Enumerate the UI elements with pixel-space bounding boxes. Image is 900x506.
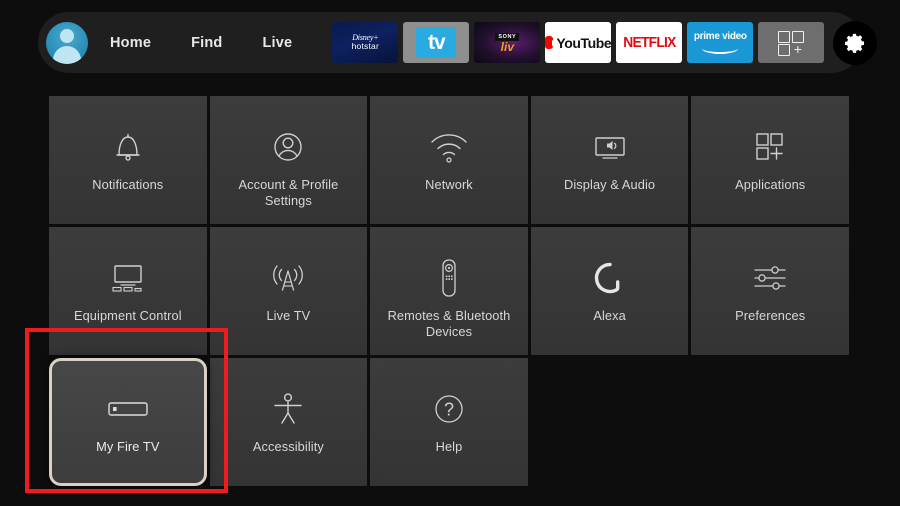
- gear-icon: [845, 33, 865, 53]
- apps-grid-plus-icon: +: [778, 30, 805, 56]
- tile-label: Alexa: [593, 308, 626, 323]
- accessibility-person-icon: [268, 387, 308, 431]
- top-navigation-bar: Home Find Live Disney+ hotstar tv SONY l…: [38, 12, 878, 73]
- tile-label: Remotes & Bluetooth Devices: [387, 308, 511, 339]
- app-shortcuts-row: Disney+ hotstar tv SONY liv YouTube NETF…: [332, 22, 829, 63]
- tile-label: Help: [435, 439, 463, 454]
- tile-label: Preferences: [735, 308, 806, 323]
- app-disney-hotstar[interactable]: Disney+ hotstar: [332, 22, 399, 63]
- nav-links: Home Find Live: [110, 35, 332, 51]
- settings-tile-grid: Notifications Account & Profile Settings…: [49, 96, 849, 486]
- youtube-play-icon: [545, 36, 559, 49]
- tile-label: Live TV: [266, 308, 311, 323]
- tile-my-fire-tv[interactable]: My Fire TV: [49, 358, 207, 486]
- tile-label: Network: [425, 177, 473, 192]
- app-apple-tv[interactable]: tv: [403, 22, 470, 63]
- tile-accessibility[interactable]: Accessibility: [209, 358, 368, 486]
- question-mark-circle-icon: ?: [429, 387, 469, 431]
- tile-label: My Fire TV: [96, 439, 160, 454]
- tile-label: Notifications: [92, 177, 164, 192]
- tile-label: Display & Audio: [564, 177, 656, 192]
- liv-wordmark: liv: [500, 39, 514, 54]
- tile-network[interactable]: Network: [370, 96, 528, 224]
- apps-grid-icon: [750, 125, 790, 169]
- app-netflix[interactable]: NETFLIX: [616, 22, 683, 63]
- app-prime-video[interactable]: prime video: [687, 22, 754, 63]
- nav-find[interactable]: Find: [191, 35, 222, 51]
- nav-live[interactable]: Live: [263, 35, 293, 51]
- avatar-head: [60, 28, 74, 43]
- tile-label: Account & Profile Settings: [238, 177, 339, 208]
- tile-notifications[interactable]: Notifications: [49, 96, 207, 224]
- alexa-ring-icon: [590, 256, 630, 300]
- tile-help[interactable]: ? Help: [370, 358, 528, 486]
- person-circle-icon: [268, 125, 308, 169]
- prime-video-wordmark: prime video: [693, 30, 747, 42]
- app-youtube[interactable]: YouTube: [545, 22, 612, 63]
- tile-display-audio[interactable]: Display & Audio: [530, 96, 689, 224]
- youtube-wordmark: YouTube: [556, 34, 612, 51]
- amazon-smile-icon: [702, 43, 739, 54]
- tile-label: Equipment Control: [73, 308, 182, 323]
- svg-text:?: ?: [444, 400, 454, 420]
- sliders-icon: [748, 256, 792, 300]
- apple-tv-wordmark: tv: [416, 27, 457, 58]
- hotstar-wordmark: hotstar: [351, 41, 380, 52]
- netflix-wordmark: NETFLIX: [623, 34, 676, 51]
- app-all-apps[interactable]: +: [758, 22, 825, 63]
- bell-icon: [108, 125, 148, 169]
- fire-tv-stick-icon: [105, 387, 151, 431]
- nav-home[interactable]: Home: [110, 35, 151, 51]
- avatar-body: [53, 45, 81, 64]
- tile-equipment-control[interactable]: Equipment Control: [49, 227, 207, 355]
- tile-preferences[interactable]: Preferences: [691, 227, 849, 355]
- app-sony-liv[interactable]: SONY liv: [474, 22, 541, 63]
- broadcast-tower-icon: [267, 256, 309, 300]
- profile-avatar[interactable]: [46, 21, 88, 64]
- tile-account-profile-settings[interactable]: Account & Profile Settings: [209, 96, 368, 224]
- tile-applications[interactable]: Applications: [691, 96, 849, 224]
- tile-label: Applications: [735, 177, 806, 192]
- remote-control-icon: [434, 256, 464, 300]
- wifi-icon: [427, 125, 471, 169]
- settings-gear-button[interactable]: [833, 20, 878, 65]
- tile-label: Accessibility: [252, 439, 324, 454]
- tile-remotes-bluetooth-devices[interactable]: Remotes & Bluetooth Devices: [370, 227, 528, 355]
- tv-equipment-icon: [106, 256, 150, 300]
- tile-alexa[interactable]: Alexa: [530, 227, 689, 355]
- tile-live-tv[interactable]: Live TV: [209, 227, 368, 355]
- display-audio-icon: [588, 125, 632, 169]
